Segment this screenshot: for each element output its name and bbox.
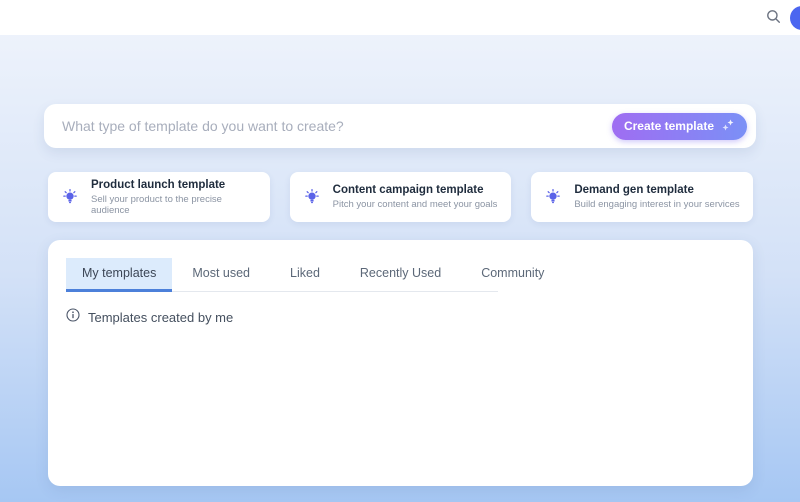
suggestion-card-content-campaign[interactable]: Content campaign template Pitch your con… — [290, 172, 512, 222]
create-template-button[interactable]: Create template — [612, 113, 747, 140]
card-subtitle: Sell your product to the precise audienc… — [91, 194, 258, 216]
search-button[interactable] — [760, 5, 786, 31]
card-title: Product launch template — [91, 179, 258, 191]
card-subtitle: Pitch your content and meet your goals — [333, 199, 498, 210]
card-subtitle: Build engaging interest in your services — [574, 199, 739, 210]
lightbulb-icon — [60, 187, 80, 207]
card-title: Demand gen template — [574, 184, 739, 196]
template-composer: Create template — [44, 104, 756, 148]
tab-liked[interactable]: Liked — [270, 258, 340, 292]
search-icon — [766, 9, 781, 27]
sparkles-icon — [721, 118, 735, 135]
create-template-label: Create template — [624, 119, 714, 133]
empty-state-row: Templates created by me — [66, 308, 735, 327]
avatar[interactable] — [790, 6, 800, 30]
top-bar — [0, 0, 800, 35]
templates-panel: My templates Most used Liked Recently Us… — [48, 240, 753, 486]
tab-my-templates[interactable]: My templates — [66, 258, 172, 292]
tab-recently-used[interactable]: Recently Used — [340, 258, 461, 292]
lightbulb-icon — [543, 187, 563, 207]
template-prompt-input[interactable] — [62, 118, 612, 134]
tab-community[interactable]: Community — [461, 258, 564, 292]
card-title: Content campaign template — [333, 184, 498, 196]
templates-tabs: My templates Most used Liked Recently Us… — [66, 258, 498, 292]
tab-most-used[interactable]: Most used — [172, 258, 270, 292]
info-icon — [66, 308, 80, 327]
empty-state-label: Templates created by me — [88, 310, 233, 325]
suggestion-cards: Product launch template Sell your produc… — [48, 172, 753, 222]
suggestion-card-demand-gen[interactable]: Demand gen template Build engaging inter… — [531, 172, 753, 222]
lightbulb-icon — [302, 187, 322, 207]
suggestion-card-product-launch[interactable]: Product launch template Sell your produc… — [48, 172, 270, 222]
